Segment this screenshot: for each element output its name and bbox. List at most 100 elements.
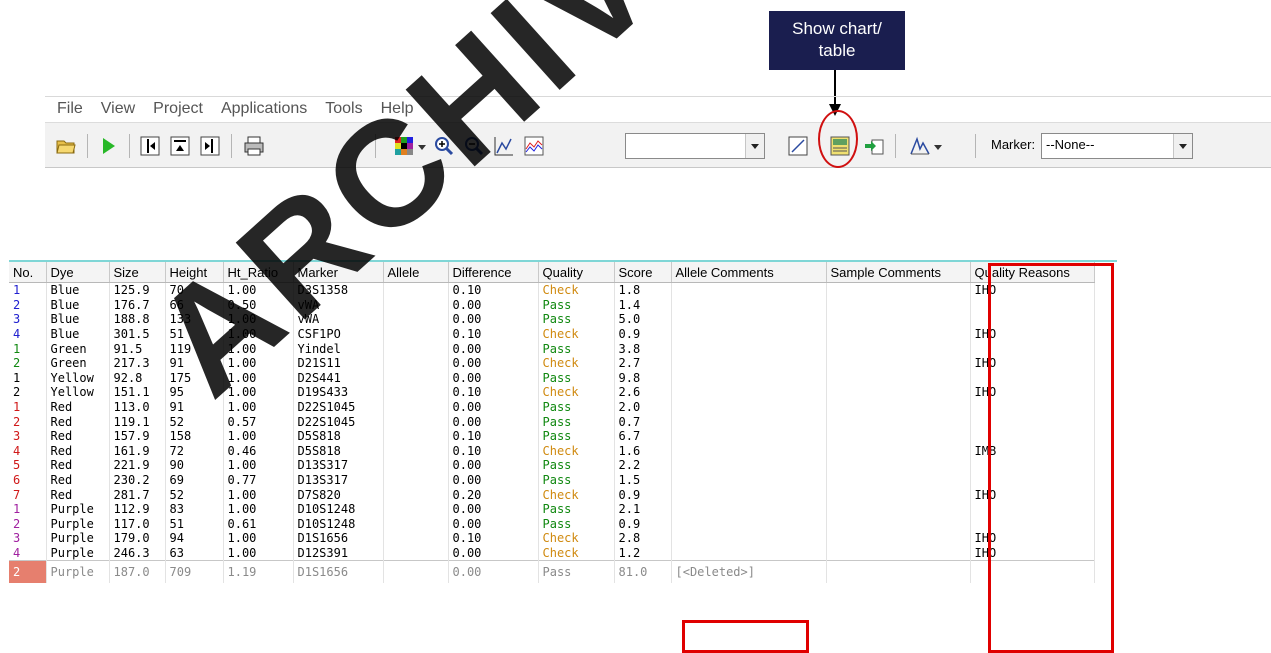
table-cell bbox=[383, 326, 449, 342]
table-row[interactable]: 1 Red 113.0 91 1.00 D22S1045 0.00 Pass 2.0 bbox=[9, 399, 1095, 415]
first-sample-icon[interactable] bbox=[169, 135, 191, 157]
table-row[interactable]: 3 Blue 188.8 133 1.00 vWA 0.00 Pass 5.0 bbox=[9, 312, 1095, 327]
column-header[interactable]: Sample Comments bbox=[826, 262, 971, 283]
marker-select[interactable]: --None-- bbox=[1041, 133, 1193, 159]
table-row[interactable]: 1 Purple 112.9 83 1.00 D10S1248 0.00 Pass 2.1 bbox=[9, 501, 1095, 517]
table-row[interactable]: 5 Red 221.9 90 1.00 D13S317 0.00 Pass 2.2 bbox=[9, 458, 1095, 473]
table-row[interactable]: 3 Purple 179.0 94 1.00 D1S1656 0.10 Check 2.8 IHO bbox=[9, 531, 1095, 546]
table-cell: D13S317 bbox=[293, 458, 384, 473]
menu-view[interactable]: View bbox=[101, 100, 135, 118]
table-row[interactable]: 2 Red 119.1 52 0.57 D22S1045 0.00 Pass 0.7 bbox=[9, 414, 1095, 429]
table-cell bbox=[671, 531, 827, 546]
table-cell: D1S1656 bbox=[293, 531, 384, 546]
open-folder-icon[interactable] bbox=[55, 135, 77, 157]
table-row[interactable]: 2 Purple 117.0 51 0.61 D10S1248 0.00 Pass 0.9 bbox=[9, 516, 1095, 532]
table-cell bbox=[383, 443, 449, 459]
table-cell bbox=[383, 312, 449, 327]
table-cell: 0.46 bbox=[223, 443, 294, 459]
zoom-in-icon[interactable] bbox=[433, 135, 455, 157]
table-cell: 2.7 bbox=[614, 355, 672, 371]
table-cell: Blue bbox=[46, 326, 110, 342]
table-cell bbox=[383, 472, 449, 488]
overlay-traces-icon[interactable] bbox=[523, 135, 545, 157]
column-header[interactable]: Score bbox=[614, 262, 672, 283]
menu-tools[interactable]: Tools bbox=[325, 100, 362, 118]
callout-line-2: table bbox=[818, 41, 856, 60]
table-cell: 157.9 bbox=[109, 428, 166, 444]
column-header[interactable]: Marker bbox=[293, 262, 384, 283]
next-sample-icon[interactable] bbox=[199, 135, 221, 157]
column-header[interactable]: No. bbox=[9, 262, 47, 283]
table-cell bbox=[826, 370, 971, 386]
table-cell: 3 bbox=[9, 531, 47, 546]
line-tool-icon[interactable] bbox=[787, 135, 809, 157]
column-header[interactable]: Ht_Ratio bbox=[223, 262, 294, 283]
table-cell: Red bbox=[46, 472, 110, 488]
menu-help[interactable]: Help bbox=[381, 100, 414, 118]
table-cell: D5S818 bbox=[293, 443, 384, 459]
table-cell: 2 bbox=[9, 560, 47, 584]
table-cell: 217.3 bbox=[109, 355, 166, 371]
table-cell: 5.0 bbox=[614, 312, 672, 327]
table-row[interactable]: 4 Blue 301.5 51 1.00 CSF1PO 0.10 Check 0.9 IHO bbox=[9, 326, 1095, 342]
table-row[interactable]: 2 Yellow 151.1 95 1.00 D19S433 0.10 Check 2.6 IHO bbox=[9, 385, 1095, 400]
scale-axis-icon[interactable] bbox=[493, 135, 515, 157]
column-header[interactable]: Allele bbox=[383, 262, 449, 283]
print-icon[interactable] bbox=[243, 135, 265, 157]
table-cell: D7S820 bbox=[293, 487, 384, 502]
table-cell: 94 bbox=[165, 531, 224, 546]
table-cell bbox=[383, 370, 449, 386]
table-cell bbox=[383, 560, 449, 584]
menu-file[interactable]: File bbox=[57, 100, 83, 118]
table-row[interactable]: 2 Green 217.3 91 1.00 D21S11 0.00 Check 2.7 IHO bbox=[9, 355, 1095, 371]
menu-applications[interactable]: Applications bbox=[221, 100, 307, 118]
run-icon[interactable] bbox=[97, 135, 119, 157]
table-cell bbox=[826, 355, 971, 371]
show-chart-table-callout: Show chart/ table bbox=[769, 11, 905, 70]
column-header[interactable]: Difference bbox=[448, 262, 539, 283]
table-cell: 9.8 bbox=[614, 370, 672, 386]
prev-sample-icon[interactable] bbox=[139, 135, 161, 157]
table-row[interactable]: 2 Blue 176.7 66 0.50 vWA 0.00 Pass 1.4 bbox=[9, 297, 1095, 313]
table-cell: 4 bbox=[9, 443, 47, 459]
table-cell: 0.61 bbox=[223, 516, 294, 532]
table-row[interactable]: 1 Yellow 92.8 175 1.00 D2S441 0.00 Pass 9.8 bbox=[9, 370, 1095, 386]
table-row[interactable]: 6 Red 230.2 69 0.77 D13S317 0.00 Pass 1.5 bbox=[9, 472, 1095, 488]
zoom-out-icon[interactable] bbox=[463, 135, 485, 157]
table-row[interactable]: 4 Purple 246.3 63 1.00 D12S391 0.00 Check 1.2 IHO bbox=[9, 545, 1095, 561]
chevron-down-icon[interactable] bbox=[1173, 134, 1192, 158]
chevron-down-icon[interactable] bbox=[933, 143, 943, 151]
table-cell: 133 bbox=[165, 312, 224, 327]
table-cell: 2.6 bbox=[614, 385, 672, 400]
table-cell: 161.9 bbox=[109, 443, 166, 459]
table-cell: Red bbox=[46, 399, 110, 415]
table-cell: Red bbox=[46, 487, 110, 502]
table-row[interactable]: 1 Blue 125.9 70 1.00 D3S1358 0.10 Check 1.8 IHO bbox=[9, 282, 1095, 298]
table-cell: 5 bbox=[9, 458, 47, 473]
table-cell: Pass bbox=[538, 399, 615, 415]
column-header[interactable]: Quality bbox=[538, 262, 615, 283]
table-cell: 66 bbox=[165, 297, 224, 313]
peak-icon[interactable] bbox=[909, 135, 931, 157]
menu-project[interactable]: Project bbox=[153, 100, 203, 118]
table-cell bbox=[671, 355, 827, 371]
panel-select[interactable] bbox=[625, 133, 765, 159]
table-row[interactable]: 4 Red 161.9 72 0.46 D5S818 0.10 Check 1.6 IMB bbox=[9, 443, 1095, 459]
table-row[interactable]: 7 Red 281.7 52 1.00 D7S820 0.20 Check 0.9 IHO bbox=[9, 487, 1095, 502]
table-cell: 1.00 bbox=[223, 326, 294, 342]
table-cell bbox=[826, 385, 971, 400]
toolbar-separator bbox=[975, 134, 976, 158]
chevron-down-icon[interactable] bbox=[417, 143, 427, 151]
column-header[interactable]: Height bbox=[165, 262, 224, 283]
color-grid-icon[interactable] bbox=[393, 135, 415, 157]
table-cell: Pass bbox=[538, 560, 615, 584]
chevron-down-icon[interactable] bbox=[745, 134, 764, 158]
column-header[interactable]: Dye bbox=[46, 262, 110, 283]
table-cell: 1.00 bbox=[223, 545, 294, 561]
column-header[interactable]: Size bbox=[109, 262, 166, 283]
column-header[interactable]: Allele Comments bbox=[671, 262, 827, 283]
table-row[interactable]: 1 Green 91.5 119 1.00 Yindel 0.00 Pass 3.8 bbox=[9, 341, 1095, 356]
deleted-table-row[interactable]: 2 Purple 187.0 709 1.19 D1S1656 0.00 Pass 81.0 [<… bbox=[9, 560, 1095, 584]
table-row[interactable]: 3 Red 157.9 158 1.00 D5S818 0.10 Pass 6.7 bbox=[9, 428, 1095, 444]
export-icon[interactable] bbox=[863, 135, 885, 157]
